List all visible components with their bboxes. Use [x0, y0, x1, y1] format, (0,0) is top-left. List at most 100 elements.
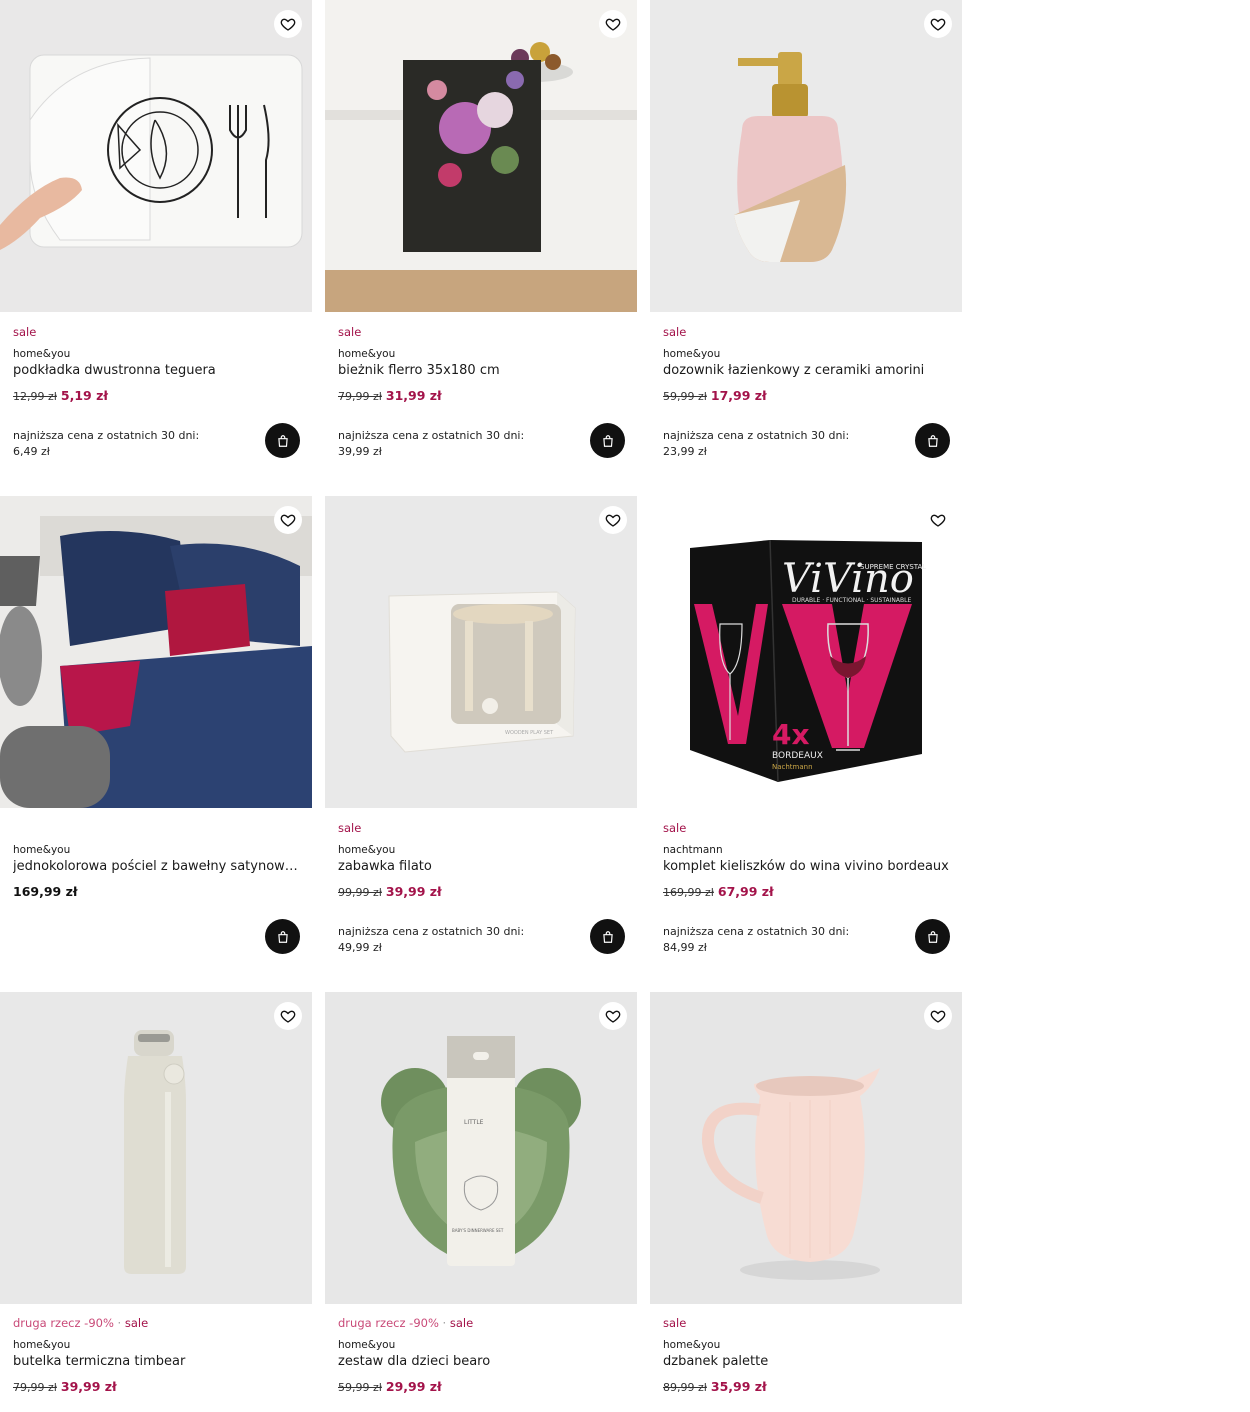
- product-image-bedding[interactable]: [0, 496, 312, 808]
- table-runner-image: [325, 0, 637, 312]
- wishlist-heart-button[interactable]: [274, 1002, 302, 1030]
- shopping-bag-icon: [602, 930, 613, 943]
- product-image-wine-glasses[interactable]: ViVino SUPREME CRYSTAL DURABLE · FUNCTIO…: [650, 496, 962, 808]
- lowest-price-note: najniższa cena z ostatnich 30 dni: 6,49 z…: [13, 428, 199, 460]
- product-name[interactable]: butelka termiczna timbear: [13, 1354, 303, 1370]
- product-image-jug[interactable]: [650, 992, 962, 1304]
- product-prices: 169,99 zł: [13, 884, 303, 900]
- product-card[interactable]: sale home&you dozownik łazienkowy z cera…: [650, 0, 962, 496]
- lowest-price-value: 6,49 zł: [13, 445, 50, 458]
- tag-separator: ·: [438, 1316, 450, 1330]
- product-card[interactable]: druga rzecz -90% · sale home&you butelka…: [0, 992, 312, 1412]
- product-tags: sale: [663, 1316, 953, 1330]
- product-info: sale home&you podkładka dwustronna tegue…: [13, 325, 303, 404]
- sale-tag: sale: [663, 821, 687, 835]
- product-prices: 59,99 zł 29,99 zł: [338, 1379, 628, 1395]
- sale-tag: sale: [663, 325, 687, 339]
- old-price: 99,99 zł: [338, 886, 382, 899]
- product-brand: home&you: [663, 348, 721, 360]
- product-info: sale home&you bieżnik flerro 35x180 cm 7…: [338, 325, 628, 404]
- product-brand: home&you: [13, 844, 71, 856]
- wishlist-heart-button[interactable]: [599, 1002, 627, 1030]
- toy-box-image: WOODEN PLAY SET: [325, 496, 637, 808]
- product-name[interactable]: podkładka dwustronna teguera: [13, 363, 303, 379]
- shopping-bag-icon: [602, 434, 613, 447]
- heart-icon: [605, 514, 621, 527]
- add-to-cart-button[interactable]: [915, 423, 950, 458]
- wishlist-heart-button[interactable]: [924, 1002, 952, 1030]
- wishlist-heart-button[interactable]: [599, 10, 627, 38]
- product-tags: sale: [663, 821, 953, 835]
- heart-icon: [280, 514, 296, 527]
- add-to-cart-button[interactable]: [915, 919, 950, 954]
- product-name[interactable]: zabawka filato: [338, 859, 628, 875]
- product-tags: sale: [663, 325, 953, 339]
- kids-set-subtitle: BABY'S DINNERWARE SET: [452, 1228, 504, 1233]
- product-name[interactable]: zestaw dla dzieci bearo: [338, 1354, 628, 1370]
- product-name[interactable]: dzbanek palette: [663, 1354, 953, 1370]
- product-image-toy[interactable]: WOODEN PLAY SET: [325, 496, 637, 808]
- add-to-cart-button[interactable]: [590, 919, 625, 954]
- product-brand: home&you: [13, 348, 71, 360]
- product-image-table-runner[interactable]: [325, 0, 637, 312]
- product-image-soap-dispenser[interactable]: [650, 0, 962, 312]
- heart-icon: [605, 1010, 621, 1023]
- product-card[interactable]: LITTLE BABY'S DINNERWARE SET druga rzecz…: [325, 992, 637, 1412]
- product-card[interactable]: ViVino SUPREME CRYSTAL DURABLE · FUNCTIO…: [650, 496, 962, 992]
- vivino-maker: Nachtmann: [772, 763, 813, 771]
- wishlist-heart-button[interactable]: [599, 506, 627, 534]
- lowest-price-label: najniższa cena z ostatnich 30 dni:: [13, 429, 200, 442]
- product-tags: druga rzecz -90% · sale: [338, 1316, 628, 1330]
- heart-icon: [930, 1010, 946, 1023]
- product-card[interactable]: sale home&you dzbanek palette 89,99 zł 35…: [650, 992, 962, 1412]
- product-info: sale home&you dozownik łazienkowy z cera…: [663, 325, 953, 404]
- product-card[interactable]: sale home&you bieżnik flerro 35x180 cm 7…: [325, 0, 637, 496]
- lowest-price-value: 49,99 zł: [338, 941, 382, 954]
- shopping-bag-icon: [927, 434, 938, 447]
- wishlist-heart-button[interactable]: [274, 10, 302, 38]
- wishlist-heart-button[interactable]: [924, 10, 952, 38]
- product-image-placemat[interactable]: [0, 0, 312, 312]
- product-image-kids-set[interactable]: LITTLE BABY'S DINNERWARE SET: [325, 992, 637, 1304]
- sale-price: 39,99 zł: [385, 884, 442, 899]
- wine-glasses-box-image: ViVino SUPREME CRYSTAL DURABLE · FUNCTIO…: [650, 496, 962, 808]
- product-brand: nachtmann: [663, 844, 723, 856]
- old-price: 59,99 zł: [338, 1381, 382, 1394]
- lowest-price-note: najniższa cena z ostatnich 30 dni: 39,99 …: [338, 428, 524, 460]
- product-brand: home&you: [338, 844, 396, 856]
- regular-price: 169,99 zł: [13, 884, 78, 899]
- old-price: 59,99 zł: [663, 390, 707, 403]
- add-to-cart-button[interactable]: [265, 423, 300, 458]
- sale-tag: sale: [124, 1316, 149, 1330]
- product-card[interactable]: WOODEN PLAY SET sale home&you zabawka fi…: [325, 496, 637, 992]
- add-to-cart-button[interactable]: [590, 423, 625, 458]
- product-tags: sale: [13, 325, 303, 339]
- heart-icon: [930, 514, 946, 527]
- sale-tag: sale: [13, 325, 37, 339]
- kids-set-label: LITTLE: [464, 1119, 484, 1126]
- heart-icon: [280, 1010, 296, 1023]
- wishlist-heart-button[interactable]: [924, 506, 952, 534]
- tag-separator: ·: [113, 1316, 125, 1330]
- product-image-thermal-bottle[interactable]: [0, 992, 312, 1304]
- sale-price: 17,99 zł: [710, 388, 767, 403]
- product-name[interactable]: bieżnik flerro 35x180 cm: [338, 363, 628, 379]
- add-to-cart-button[interactable]: [265, 919, 300, 954]
- old-price: 12,99 zł: [13, 390, 57, 403]
- old-price: 89,99 zł: [663, 1381, 707, 1394]
- vivino-crystal-label: SUPREME CRYSTAL: [860, 563, 926, 571]
- product-prices: 99,99 zł 39,99 zł: [338, 884, 628, 900]
- wishlist-heart-button[interactable]: [274, 506, 302, 534]
- toy-box-label: WOODEN PLAY SET: [505, 730, 554, 736]
- product-card[interactable]: sale home&you podkładka dwustronna tegue…: [0, 0, 312, 496]
- product-brand: home&you: [13, 1339, 71, 1351]
- product-name[interactable]: jednokolorowa pościel z bawełny satynowe…: [13, 859, 303, 875]
- product-card[interactable]: home&you jednokolorowa pościel z bawełny…: [0, 496, 312, 992]
- promo-tag: druga rzecz -90%: [338, 1316, 439, 1330]
- product-prices: 59,99 zł 17,99 zł: [663, 388, 953, 404]
- product-info: sale home&you zabawka filato 99,99 zł 39,…: [338, 821, 628, 900]
- kids-dinnerware-image: LITTLE BABY'S DINNERWARE SET: [325, 992, 637, 1304]
- product-name[interactable]: komplet kieliszków do wina vivino bordea…: [663, 859, 953, 875]
- product-name[interactable]: dozownik łazienkowy z ceramiki amorini: [663, 363, 953, 379]
- vivino-tagline: DURABLE · FUNCTIONAL · SUSTAINABLE: [792, 597, 911, 604]
